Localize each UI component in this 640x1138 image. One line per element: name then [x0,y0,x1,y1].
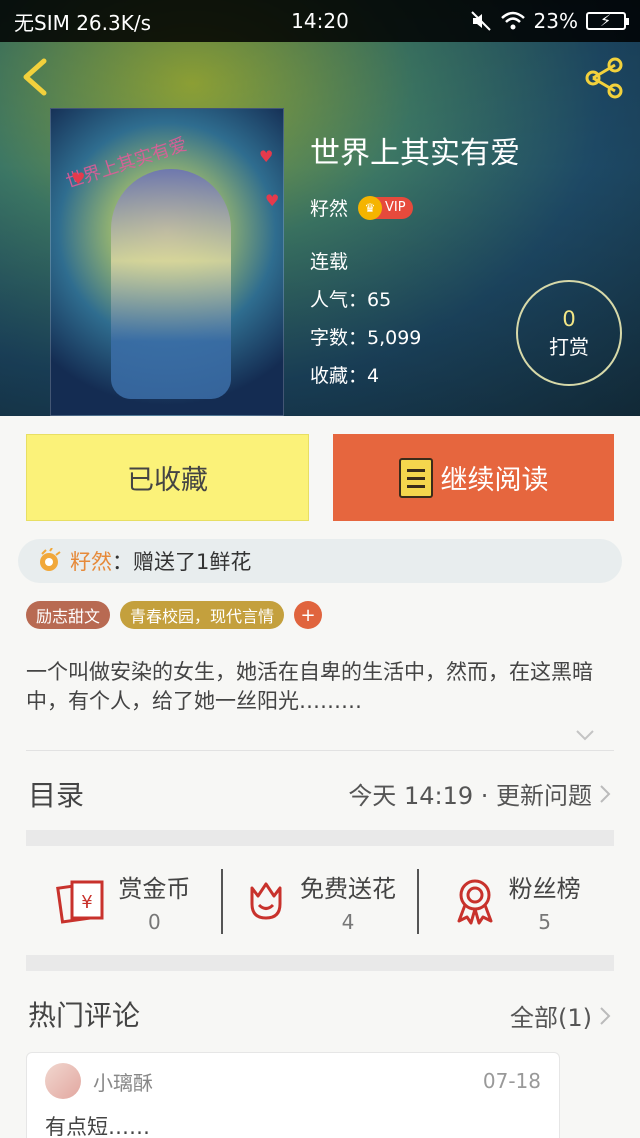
book-cover-image[interactable]: 世界上其实有爱 ♥ ♥ ♥ [50,108,284,416]
battery-percent: 23% [533,9,578,33]
cover-illustration [111,169,231,399]
favorite-count: 收藏：4 [310,365,380,387]
heart-icon: ♥ [71,169,86,188]
divider [26,750,614,751]
heart-icon: ♥ [265,191,280,210]
tag-item[interactable]: 青春校园，现代言情 [120,601,285,629]
tag-list: 励志甜文 青春校园，现代言情 + [26,601,323,629]
hot-comments-title: 热门评论 [28,999,141,1032]
book-description: 一个叫做安染的女生，她活在自卑的生活中，然而，在这黑暗中，有个人，给了她一丝阳光… [26,660,593,713]
tip-count: 0 [562,306,576,331]
tip-label: 打赏 [549,334,589,359]
stat-name: 免费送花 [300,874,396,903]
stat-fan-ranking[interactable]: 粉丝榜 5 [417,868,614,934]
section-separator [26,955,614,971]
stat-value: 4 [341,909,355,934]
catalog-update-text: 今天 14:19 · 更新问题 [348,782,592,810]
gift-sender[interactable]: 籽然 [70,546,112,576]
stats-row: ¥ 赏金币 0 免费送花 4 粉丝榜 5 [26,848,614,954]
favorited-button[interactable]: 已收藏 [26,434,309,521]
stat-value: 0 [147,909,161,934]
stat-gold-coins[interactable]: ¥ 赏金币 0 [26,869,221,934]
comment-card[interactable]: 小璃酥 07-18 有点短…… [26,1052,560,1138]
chevron-right-icon [600,1006,611,1025]
add-tag-button[interactable]: + [294,601,323,629]
gift-notice: 籽然 ：赠送了1鲜花 [18,539,622,583]
avatar[interactable] [45,1063,81,1099]
wifi-icon [500,11,525,30]
author-name[interactable]: 籽然 [310,194,348,221]
stat-name: 粉丝榜 [508,874,581,903]
mute-icon [470,11,491,31]
catalog-title[interactable]: 目录 [28,774,84,814]
svg-text:¥: ¥ [82,892,93,913]
chevron-right-icon [600,784,611,803]
chevron-down-icon[interactable] [574,724,596,746]
commenter-name[interactable]: 小璃酥 [93,1067,153,1096]
continue-reading-label: 继续阅读 [440,465,549,496]
stat-free-flowers[interactable]: 免费送花 4 [220,868,418,934]
carrier-speed: 无SIM 26.3K/s [14,10,152,35]
vip-badge: ♛ VIP [358,195,413,220]
award-ribbon-icon [457,879,493,925]
heart-icon: ♥ [259,147,274,166]
back-arrow-icon[interactable] [16,55,56,99]
book-info: 世界上其实有爱 籽然 ♛ VIP 连载 人气：65 字数：5,099 收藏：4 [310,128,520,395]
section-separator [26,830,614,846]
all-comments-text: 全部(1) [510,1004,592,1032]
continue-reading-button[interactable]: 继续阅读 [333,434,614,521]
status-bar: 无SIM 26.3K/s 14:20 23% ⚡ [0,0,640,42]
stat-value: 5 [538,909,552,934]
battery-icon: ⚡ [586,11,629,30]
comment-date: 07-18 [482,1069,541,1093]
catalog-update-link[interactable]: 今天 14:19 · 更新问题 [348,776,612,811]
book-title: 世界上其实有爱 [310,136,520,171]
tip-button[interactable]: 0 打赏 [516,280,622,386]
flower-gift-icon [40,548,61,571]
word-count: 字数：5,099 [310,327,422,349]
comment-text: 有点短…… [45,1115,150,1138]
stat-name: 赏金币 [118,874,191,903]
red-envelope-icon: ¥ [56,880,104,924]
crown-icon: ♛ [358,195,383,220]
share-icon[interactable] [580,54,628,102]
serial-status: 连载 [310,251,349,273]
tag-item[interactable]: 励志甜文 [26,601,111,629]
book-icon [398,457,433,498]
flower-icon [250,882,282,920]
popularity: 人气：65 [310,289,392,311]
gift-text: ：赠送了1鲜花 [112,550,252,574]
all-comments-link[interactable]: 全部(1) [510,998,612,1033]
